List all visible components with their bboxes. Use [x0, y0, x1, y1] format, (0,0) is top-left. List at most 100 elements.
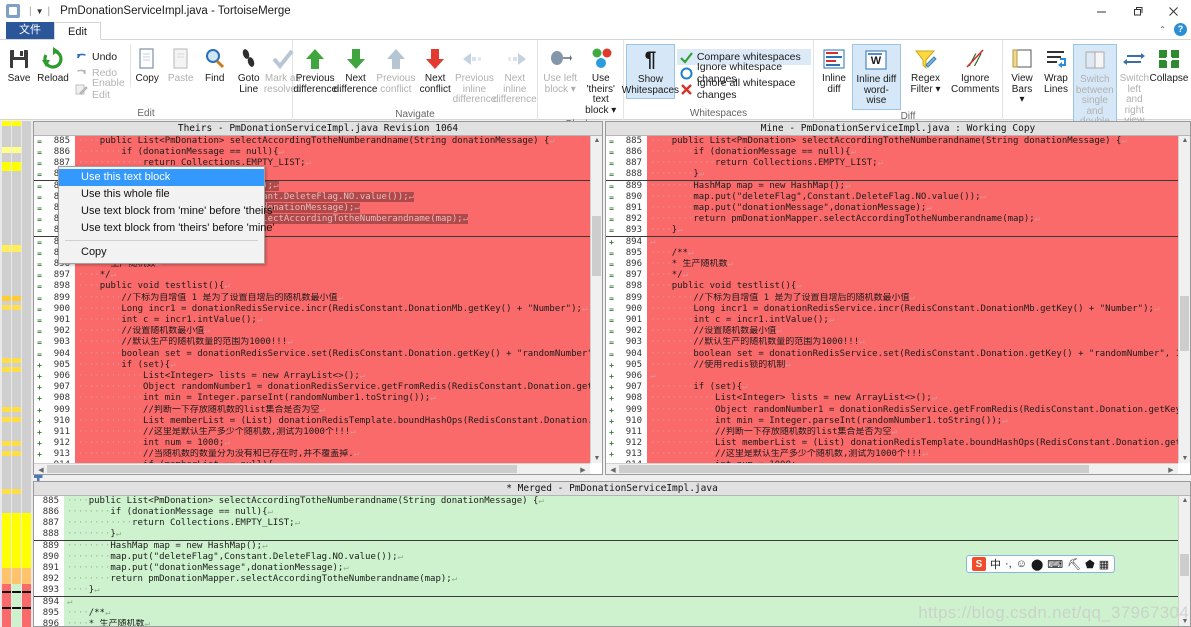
- line-text[interactable]: ········if (set){↵: [647, 382, 1178, 394]
- pane-theirs-vscrollbar[interactable]: ▲ ▼: [590, 136, 602, 463]
- scroll-down-icon[interactable]: ▼: [591, 455, 602, 462]
- scroll-up-icon[interactable]: ▲: [1179, 137, 1190, 144]
- code-line[interactable]: = 896 ····* 生产随机数↵: [606, 259, 1178, 271]
- code-line[interactable]: = 898 ····public void testlist(){↵: [34, 281, 590, 293]
- line-text[interactable]: ········int c = incr1.intValue();↵: [647, 315, 1178, 327]
- scroll-thumb-h[interactable]: [47, 465, 517, 473]
- code-line[interactable]: =895····/**↵: [606, 247, 1178, 260]
- code-line[interactable]: 892 ········return pmDonationMapper.selec…: [34, 574, 1178, 586]
- code-line[interactable]: +912 ············List memberList = (List)…: [606, 438, 1178, 450]
- scroll-thumb[interactable]: [1180, 296, 1189, 351]
- code-line[interactable]: +913 ············//当随机数的数量分为没有和已存在时,并不覆盖掉…: [34, 449, 590, 461]
- code-line[interactable]: 888 ········}↵: [34, 529, 1178, 541]
- pane-mine-code[interactable]: = 885 ····public List<PmDonation> selectAc…: [606, 136, 1178, 463]
- minimize-button[interactable]: [1083, 0, 1119, 22]
- line-text[interactable]: ····public void testlist(){↵: [75, 281, 590, 293]
- help-icon[interactable]: ?: [1174, 22, 1187, 36]
- code-line[interactable]: 885 ····public List<PmDonation> selectAcc…: [34, 496, 1178, 508]
- code-line[interactable]: +911 ············//这里是默认生产多少个随机数,测试为1000个…: [34, 426, 590, 439]
- inline-diff-word-wise-button[interactable]: W Inline diff word-wise: [852, 44, 901, 110]
- ime-toolbar[interactable]: S 中 ·, ☺ ⬤ ⌨ ⛏ ⬟ ▦: [966, 555, 1116, 573]
- line-text[interactable]: ········}↵: [647, 169, 1178, 181]
- line-text[interactable]: ········map.put("deleteFlag",Constant.De…: [647, 191, 1178, 204]
- code-line[interactable]: +906 ············List<Integer> lists = ne…: [34, 370, 590, 383]
- code-line[interactable]: +905 ········if (set){↵: [34, 359, 590, 371]
- line-text[interactable]: ············Object randomNumber1 = donat…: [647, 404, 1178, 416]
- code-line[interactable]: =890········map.put("deleteFlag",Constan…: [606, 191, 1178, 204]
- pane-theirs-hscrollbar[interactable]: ◀ ▶: [34, 463, 590, 474]
- code-line[interactable]: = 901 ········int c = incr1.intValue();↵: [606, 315, 1178, 327]
- maximize-restore-button[interactable]: [1119, 0, 1155, 22]
- line-text[interactable]: ↵: [647, 370, 1178, 383]
- pane-mine-hscrollbar[interactable]: ◀ ▶: [606, 463, 1178, 474]
- line-text[interactable]: ····public List<PmDonation> selectAccord…: [64, 496, 1178, 508]
- code-line[interactable]: +907 ········if (set){↵: [606, 382, 1178, 394]
- code-line[interactable]: = 902 ········//设置随机数最小值↵: [606, 326, 1178, 338]
- context-menu[interactable]: Use this text block Use this whole file Us…: [58, 166, 275, 264]
- line-text[interactable]: ↵: [647, 236, 1178, 248]
- line-text[interactable]: ····}↵: [647, 225, 1178, 237]
- line-text[interactable]: ············//这里是默认生产多少个随机数,测试为1000个!!!↵: [647, 449, 1178, 461]
- scroll-right-icon[interactable]: ▶: [1165, 466, 1177, 474]
- code-line[interactable]: +912 ············int num = 1000;↵: [34, 438, 590, 450]
- context-menu-item[interactable]: Use text block from 'theirs' before 'min…: [59, 220, 275, 237]
- line-text[interactable]: ············List<Integer> lists = new Ar…: [75, 370, 590, 383]
- goto-line-button[interactable]: Goto Line: [232, 44, 266, 97]
- ime-apps-icon[interactable]: ▦: [1099, 558, 1109, 571]
- line-text[interactable]: ········if (donationMessage == null){↵: [64, 507, 1178, 519]
- code-line[interactable]: +894 ↵: [606, 236, 1178, 248]
- ime-keyboard-icon[interactable]: ⌨: [1047, 558, 1063, 571]
- code-line[interactable]: = 899 ········//下标为自增值 1 是为了设置自增后的随机数最小值↵: [606, 292, 1178, 304]
- sogou-logo-icon[interactable]: S: [972, 557, 986, 571]
- scroll-down-icon[interactable]: ▼: [1179, 455, 1190, 462]
- context-menu-item[interactable]: Use this whole file: [59, 186, 264, 203]
- ime-punctuation-icon[interactable]: ·,: [1005, 558, 1012, 570]
- line-text[interactable]: ········if (donationMessage == null){↵: [75, 147, 590, 159]
- line-text[interactable]: ········HashMap map = new HashMap();↵: [64, 540, 1178, 552]
- code-line[interactable]: +911 ············//判断一下存放随机数的list集合是否为空↵: [606, 426, 1178, 439]
- collapse-ribbon-caret-icon[interactable]: ⌃: [1159, 25, 1166, 34]
- code-line[interactable]: = 900 ········Long incr1 = donationRedisSe…: [606, 303, 1178, 316]
- line-text[interactable]: ········if (set){↵: [75, 359, 590, 371]
- scroll-up-icon[interactable]: ▲: [1179, 497, 1190, 504]
- line-text[interactable]: ········boolean set = donationRedisServi…: [647, 348, 1178, 360]
- ime-voice-icon[interactable]: ⬤: [1031, 558, 1043, 571]
- line-text[interactable]: ········map.put("donationMessage",donati…: [647, 203, 1178, 215]
- line-text[interactable]: ········//设置随机数最小值↵: [647, 326, 1178, 338]
- ignore-comments-button[interactable]: // Ignore Comments: [950, 44, 1000, 97]
- copy-button[interactable]: Copy: [129, 44, 164, 87]
- code-line[interactable]: = 897 ····*/↵: [606, 270, 1178, 282]
- scroll-thumb[interactable]: [592, 216, 601, 276]
- context-menu-item[interactable]: Copy: [59, 244, 264, 261]
- line-text[interactable]: ········//设置随机数最小值↵: [75, 326, 590, 338]
- inline-diff-button[interactable]: Inline diff: [816, 44, 852, 97]
- next-difference-button[interactable]: Next difference: [334, 44, 377, 97]
- code-line[interactable]: = 900 ········Long incr1 = donationRedisSe…: [34, 303, 590, 316]
- view-bars-button[interactable]: View Bars ▾: [1005, 44, 1039, 108]
- scroll-up-icon[interactable]: ▲: [591, 137, 602, 144]
- line-text[interactable]: ········HashMap map = new HashMap();↵: [647, 180, 1178, 192]
- code-line[interactable]: =889········HashMap map = new HashMap();…: [606, 180, 1178, 192]
- close-button[interactable]: [1155, 0, 1191, 22]
- code-line[interactable]: = 903 ········//默认生产的随机数量的范围为1000!!!↵: [606, 337, 1178, 349]
- ignore-all-whitespace-changes-option[interactable]: Ignore all whitespace changes: [677, 77, 811, 101]
- tab-file[interactable]: 文件: [6, 21, 54, 39]
- line-text[interactable]: ········//默认生产的随机数量的范围为1000!!!↵: [75, 337, 590, 349]
- line-text[interactable]: ····public List<PmDonation> selectAccord…: [75, 136, 590, 148]
- code-line[interactable]: = 885 ····public List<PmDonation> selectAc…: [34, 136, 590, 148]
- code-line[interactable]: = 898 ····public void testlist(){↵: [606, 281, 1178, 293]
- line-text[interactable]: ········return pmDonationMapper.selectAc…: [647, 214, 1178, 226]
- collapse-button[interactable]: Collapse: [1150, 44, 1188, 87]
- code-line[interactable]: 893 ····}↵: [34, 585, 1178, 597]
- use-theirs-text-block-button[interactable]: Use 'theirs' text block ▾: [581, 44, 622, 118]
- line-text[interactable]: ········//下标为自增值 1 是为了设置自增后的随机数最小值↵: [75, 292, 590, 304]
- line-text[interactable]: ············List<Integer> lists = new Ar…: [647, 393, 1178, 405]
- ime-emoji-icon[interactable]: ☺: [1016, 558, 1027, 570]
- line-text[interactable]: ············int min = Integer.parseInt(r…: [75, 393, 590, 405]
- code-line[interactable]: = 904 ········boolean set = donationRedisS…: [606, 348, 1178, 360]
- code-line[interactable]: +908 ············int min = Integer.parseI…: [34, 393, 590, 405]
- line-text[interactable]: ········//下标为自增值 1 是为了设置自增后的随机数最小值↵: [647, 292, 1178, 304]
- context-menu-item[interactable]: Use text block from 'mine' before 'their…: [59, 203, 275, 220]
- code-line[interactable]: +910 ············int min = Integer.parseI…: [606, 415, 1178, 427]
- line-text[interactable]: ········Long incr1 = donationRedisServic…: [647, 303, 1178, 316]
